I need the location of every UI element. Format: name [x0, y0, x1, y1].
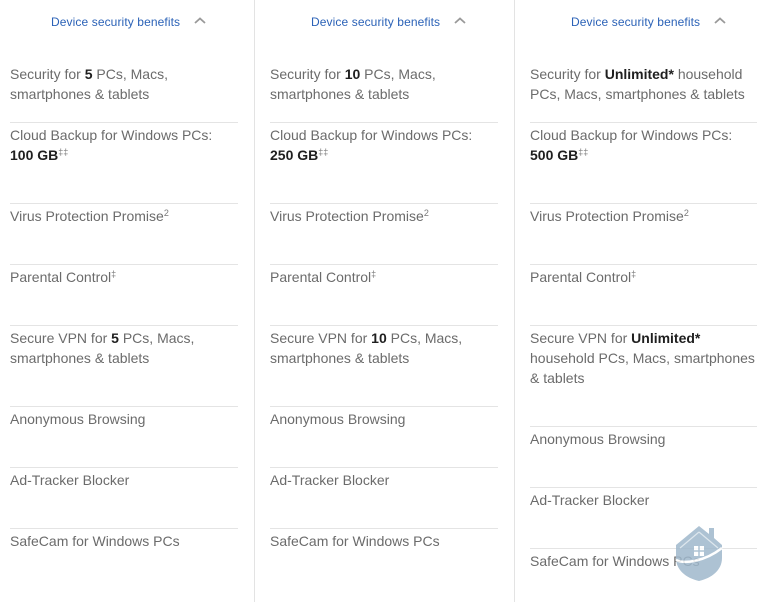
section-header-label[interactable]: Device security benefits: [311, 15, 440, 29]
feature-row-virus-protection: Virus Protection Promise2: [270, 204, 498, 265]
feature-row-security: Security for Unlimited* household PCs, M…: [530, 62, 757, 123]
section-header-toggle[interactable]: Device security benefits: [0, 10, 254, 34]
plan-column-1: Device security benefits Security for 5 …: [0, 0, 255, 602]
plan-column-2: Device security benefits Security for 10…: [255, 0, 515, 602]
feature-row-secure-vpn: Secure VPN for 10 PCs, Macs, smartphones…: [270, 326, 498, 407]
section-header-toggle[interactable]: Device security benefits: [255, 10, 514, 34]
feature-row-cloud-backup: Cloud Backup for Windows PCs: 100 GB‡‡: [10, 123, 238, 204]
chevron-up-icon[interactable]: [193, 16, 207, 26]
plan-column-3: Device security benefits Security for Un…: [515, 0, 757, 602]
feature-row-ad-tracker-blocker: Ad-Tracker Blocker: [10, 468, 238, 529]
feature-row-parental-control: Parental Control‡: [530, 265, 757, 326]
feature-row-anonymous-browsing: Anonymous Browsing: [530, 427, 757, 488]
feature-row-security: Security for 5 PCs, Macs, smartphones & …: [10, 62, 238, 123]
feature-list: Security for 5 PCs, Macs, smartphones & …: [10, 62, 238, 590]
feature-row-secure-vpn: Secure VPN for Unlimited* household PCs,…: [530, 326, 757, 427]
feature-row-parental-control: Parental Control‡: [270, 265, 498, 326]
feature-row-cloud-backup: Cloud Backup for Windows PCs: 250 GB‡‡: [270, 123, 498, 204]
feature-row-ad-tracker-blocker: Ad-Tracker Blocker: [270, 468, 498, 529]
plan-comparison: Device security benefits Security for 5 …: [0, 0, 757, 602]
feature-row-parental-control: Parental Control‡: [10, 265, 238, 326]
feature-row-cloud-backup: Cloud Backup for Windows PCs: 500 GB‡‡: [530, 123, 757, 204]
section-header-toggle[interactable]: Device security benefits: [515, 10, 757, 34]
feature-list: Security for 10 PCs, Macs, smartphones &…: [270, 62, 498, 590]
feature-row-anonymous-browsing: Anonymous Browsing: [270, 407, 498, 468]
feature-row-virus-protection: Virus Protection Promise2: [10, 204, 238, 265]
section-header-label[interactable]: Device security benefits: [571, 15, 700, 29]
feature-row-anonymous-browsing: Anonymous Browsing: [10, 407, 238, 468]
chevron-up-icon[interactable]: [713, 16, 727, 26]
feature-row-safecam: SafeCam for Windows PCs: [270, 533, 440, 549]
chevron-up-icon[interactable]: [453, 16, 467, 26]
feature-row-safecam: SafeCam for Windows PCs: [10, 533, 180, 549]
house-shield-logo-icon: [675, 526, 723, 581]
feature-row-secure-vpn: Secure VPN for 5 PCs, Macs, smartphones …: [10, 326, 238, 407]
feature-row-security: Security for 10 PCs, Macs, smartphones &…: [270, 62, 498, 123]
feature-row-virus-protection: Virus Protection Promise2: [530, 204, 757, 265]
section-header-label[interactable]: Device security benefits: [51, 15, 180, 29]
